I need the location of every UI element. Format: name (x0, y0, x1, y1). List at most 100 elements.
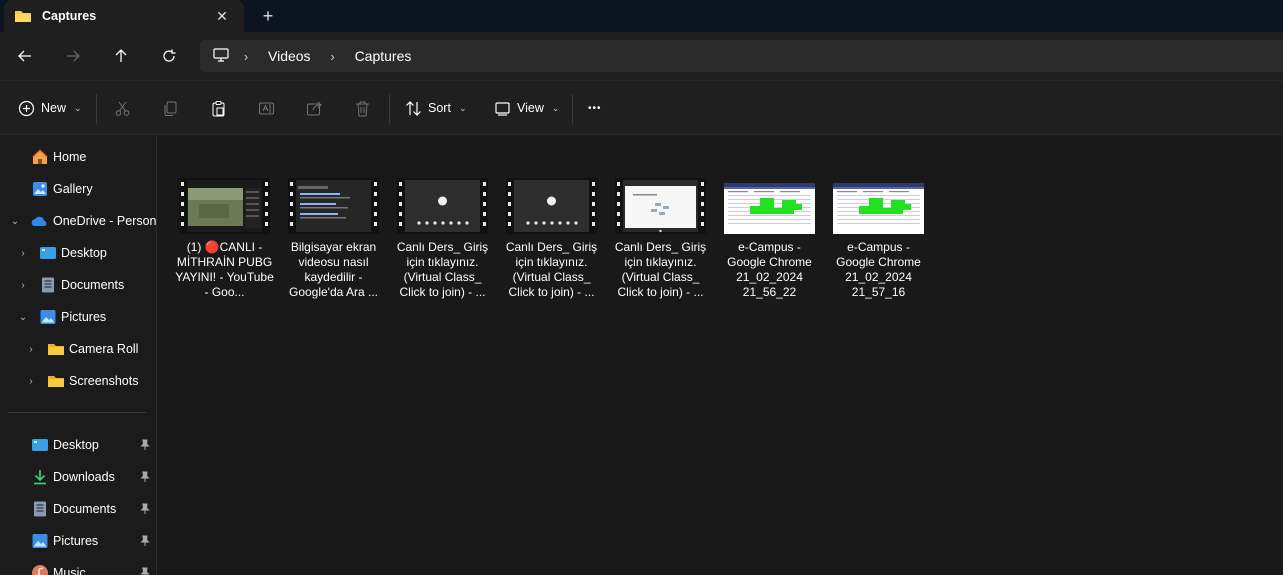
sidebar-item-onedrive[interactable]: ⌄ OneDrive - Persona (0, 205, 157, 237)
delete-button[interactable] (354, 96, 371, 120)
file-name: e-Campus - Google Chrome 21_02_2024 21_5… (727, 240, 812, 299)
desktop-folder-icon (40, 247, 56, 259)
breadcrumb-videos[interactable]: Videos (260, 48, 319, 64)
chevron-down-icon[interactable]: ⌄ (8, 214, 22, 228)
rename-icon (259, 102, 274, 114)
pin-icon[interactable] (139, 567, 151, 575)
quick-access-desktop[interactable]: Desktop (0, 429, 156, 461)
sidebar-item-gallery[interactable]: Gallery (0, 173, 156, 205)
view-button[interactable]: View ⌄ (494, 96, 559, 120)
quick-access-downloads[interactable]: Downloads (0, 461, 156, 493)
pin-icon[interactable] (139, 439, 151, 451)
address-bar[interactable]: › Videos › Captures (200, 40, 1283, 72)
back-button[interactable] (13, 44, 37, 68)
sidebar-item-home[interactable]: Home (0, 141, 156, 173)
arrow-left-icon (18, 50, 31, 62)
chevron-right-icon[interactable]: › (24, 374, 38, 388)
toolbar-divider (572, 94, 573, 124)
rename-button[interactable] (258, 96, 275, 120)
gallery-icon (33, 182, 47, 196)
forward-button[interactable] (61, 44, 85, 68)
add-circle-icon (18, 100, 35, 116)
refresh-button[interactable] (157, 44, 181, 68)
trash-icon (356, 101, 369, 116)
video-thumbnail (397, 178, 488, 234)
sidebar-item-desktop[interactable]: › Desktop (0, 237, 156, 269)
file-item[interactable]: e-Campus - Google Chrome 21_02_2024 21_5… (718, 178, 821, 308)
chevron-right-icon[interactable]: › (24, 342, 38, 356)
pictures-folder-icon (40, 310, 56, 324)
sidebar-item-camera-roll[interactable]: › Camera Roll (0, 333, 156, 365)
new-button[interactable]: New ⌄ (18, 96, 82, 120)
pictures-folder-icon (32, 534, 48, 548)
paste-button[interactable] (210, 96, 227, 120)
sidebar-item-label: Screenshots (69, 374, 139, 388)
sidebar-item-pictures[interactable]: ⌄ Pictures (0, 301, 156, 333)
pin-icon[interactable] (139, 535, 151, 547)
sidebar-item-documents[interactable]: › Documents (0, 269, 156, 301)
more-options-button[interactable]: ••• (588, 96, 602, 120)
documents-folder-icon (42, 277, 54, 293)
toolbar-divider (96, 94, 97, 124)
documents-folder-icon (34, 501, 46, 517)
sidebar-item-screenshots[interactable]: › Screenshots (0, 365, 156, 397)
chevron-right-icon[interactable]: › (16, 278, 30, 292)
folder-icon (48, 344, 64, 355)
up-button[interactable] (109, 44, 133, 68)
quick-access-music[interactable]: Music (0, 557, 156, 575)
breadcrumb-separator[interactable]: › (319, 49, 347, 64)
copy-button[interactable] (162, 96, 179, 120)
folder-icon (14, 8, 32, 24)
file-item[interactable]: Canlı Ders_ Giriş için tıklayınız. (Virt… (391, 178, 494, 308)
file-item[interactable]: Canlı Ders_ Giriş için tıklayınız. (Virt… (500, 178, 603, 308)
title-bar: Captures ✕ + (0, 0, 1283, 32)
view-label: View (517, 101, 544, 115)
pin-icon[interactable] (139, 503, 151, 515)
sort-button[interactable]: Sort ⌄ (405, 96, 466, 120)
music-icon (32, 565, 48, 575)
sidebar-item-label: Documents (61, 278, 125, 292)
navigation-pane: Home Gallery ⌄ OneDrive - Persona › Desk… (0, 135, 157, 575)
sidebar-item-label: Documents (53, 502, 117, 516)
chevron-right-icon[interactable]: › (16, 246, 30, 260)
sidebar-item-label: OneDrive - Persona (53, 214, 157, 228)
video-thumbnail (615, 178, 706, 234)
breadcrumb-separator[interactable]: › (232, 49, 260, 64)
tab-title: Captures (42, 9, 97, 23)
onedrive-icon (31, 216, 47, 226)
scissors-icon (115, 101, 130, 116)
this-pc-icon[interactable] (212, 47, 232, 65)
file-item[interactable]: Bilgisayar ekran videosu nasıl kaydedili… (282, 178, 385, 308)
sidebar-item-label: Gallery (53, 182, 93, 196)
close-tab-button[interactable]: ✕ (210, 4, 234, 28)
new-label: New (41, 101, 67, 115)
quick-access-pictures[interactable]: Pictures (0, 525, 156, 557)
file-name: Canlı Ders_ Giriş için tıklayınız. (Virt… (396, 240, 489, 299)
share-button[interactable] (306, 96, 323, 120)
sidebar-item-label: Pictures (61, 310, 107, 324)
chevron-down-icon: ⌄ (74, 102, 82, 113)
video-thumbnail (179, 178, 270, 234)
quick-access-documents[interactable]: Documents (0, 493, 156, 525)
cut-button[interactable] (114, 96, 131, 120)
video-thumbnail (506, 178, 597, 234)
view-icon (495, 101, 510, 116)
image-thumbnail (724, 183, 815, 234)
breadcrumb-captures[interactable]: Captures (347, 48, 420, 64)
file-name: (1) 🔴CANLI - MİTHRAİN PUBG YAYINI! - You… (175, 240, 274, 299)
pin-icon[interactable] (139, 471, 151, 483)
refresh-icon (163, 49, 176, 62)
file-name: Canlı Ders_ Giriş için tıklayınız. (Virt… (505, 240, 598, 299)
sidebar-item-label: Downloads (53, 470, 115, 484)
chevron-down-icon: ⌄ (551, 102, 560, 113)
clipboard-icon (212, 100, 225, 116)
file-item[interactable]: (1) 🔴CANLI - MİTHRAİN PUBG YAYINI! - You… (173, 178, 276, 308)
chevron-down-icon[interactable]: ⌄ (16, 310, 30, 324)
command-bar: New ⌄ Sort ⌄ View ⌄ ••• (0, 80, 1283, 135)
toolbar-divider (389, 94, 390, 124)
file-item[interactable]: e-Campus - Google Chrome 21_02_2024 21_5… (827, 178, 930, 308)
tab-captures[interactable]: Captures ✕ (4, 0, 244, 32)
file-item[interactable]: Canlı Ders_ Giriş için tıklayınız. (Virt… (609, 178, 712, 308)
chevron-down-icon: ⌄ (458, 102, 467, 113)
new-tab-button[interactable]: + (256, 4, 280, 28)
